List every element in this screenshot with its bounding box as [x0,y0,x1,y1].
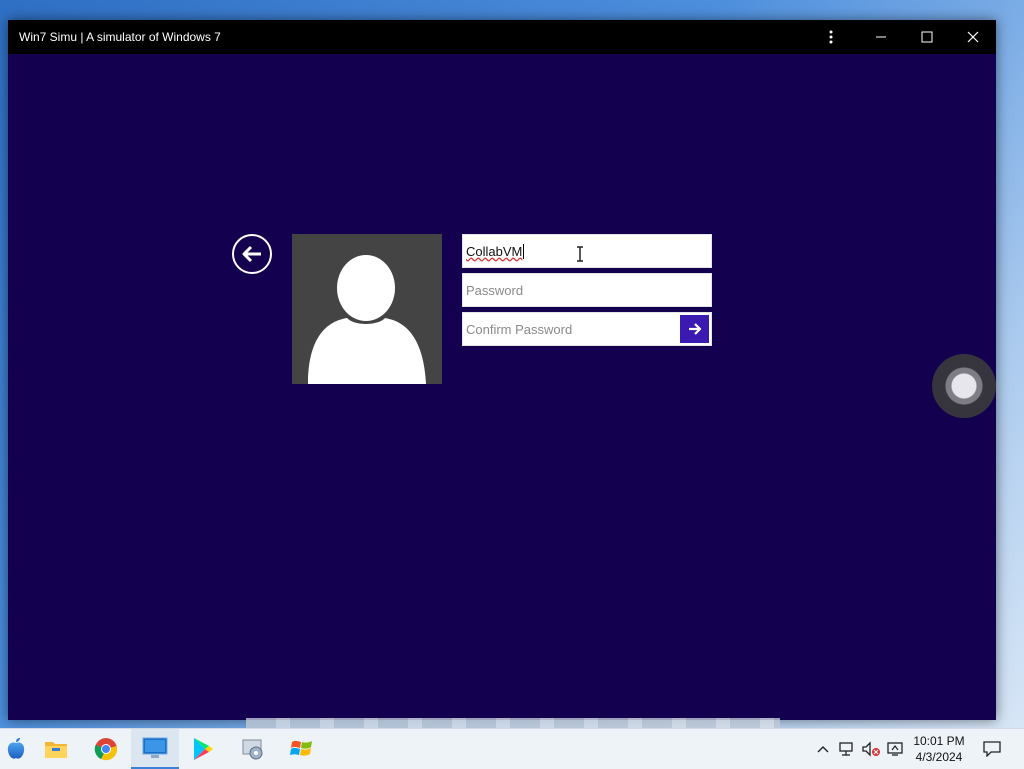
taskbar-app-play-store[interactable] [179,729,227,769]
network-tray-button[interactable] [836,729,858,769]
remote-tray-button[interactable] [884,729,906,769]
network-icon [839,742,853,756]
user-avatar [292,234,442,384]
submit-button[interactable] [680,315,709,343]
volume-muted-icon [862,741,880,757]
show-hidden-icons-button[interactable] [812,729,834,769]
username-field[interactable]: CollabVM [462,234,712,268]
notification-icon [983,741,1001,757]
arrow-right-icon [688,323,701,335]
arrow-left-icon [242,245,261,263]
windows-logo-icon [290,740,312,756]
login-screen: CollabVM [8,54,996,720]
more-vertical-icon [829,30,833,44]
system-clock[interactable]: 10:01 PM 4/3/2024 [904,733,974,765]
confirm-password-field[interactable] [462,312,712,346]
taskbar: 10:01 PM 4/3/2024 [0,728,1024,769]
file-explorer-icon [45,742,67,758]
window-title: Win7 Simu | A simulator of Windows 7 [19,30,221,44]
volume-tray-button[interactable] [860,729,882,769]
user-silhouette-icon [308,255,426,384]
ibeam-cursor-icon [577,246,583,262]
taskbar-app-chrome[interactable] [82,729,130,769]
win7-simu-icon [142,737,168,758]
clock-time: 10:01 PM [913,734,965,748]
apple-icon [7,738,25,759]
taskbar-app-win7-simu[interactable] [131,729,179,769]
back-button[interactable] [232,234,272,274]
chevron-up-icon [817,746,829,753]
close-icon [967,31,979,43]
text-caret [523,243,525,259]
action-center-button[interactable] [978,729,1006,769]
minimize-icon [876,36,886,38]
password-field[interactable] [462,273,712,307]
more-options-button[interactable] [808,20,854,54]
taskbar-app-windows[interactable] [278,729,326,769]
title-bar[interactable]: Win7 Simu | A simulator of Windows 7 [8,20,996,54]
chrome-icon [94,738,117,761]
play-store-icon [194,738,213,760]
floating-touch-button[interactable] [932,354,996,418]
remote-icon [887,742,903,756]
maximize-icon [921,31,933,43]
minimize-button[interactable] [858,20,904,54]
app-window: Win7 Simu | A simulator of Windows 7 Col… [8,20,996,720]
clock-date: 4/3/2024 [915,750,963,764]
taskbar-app-explorer[interactable] [32,729,80,769]
media-icon [242,739,263,760]
close-button[interactable] [950,20,996,54]
maximize-button[interactable] [904,20,950,54]
taskbar-app-media[interactable] [229,729,277,769]
username-value: CollabVM [466,243,523,259]
